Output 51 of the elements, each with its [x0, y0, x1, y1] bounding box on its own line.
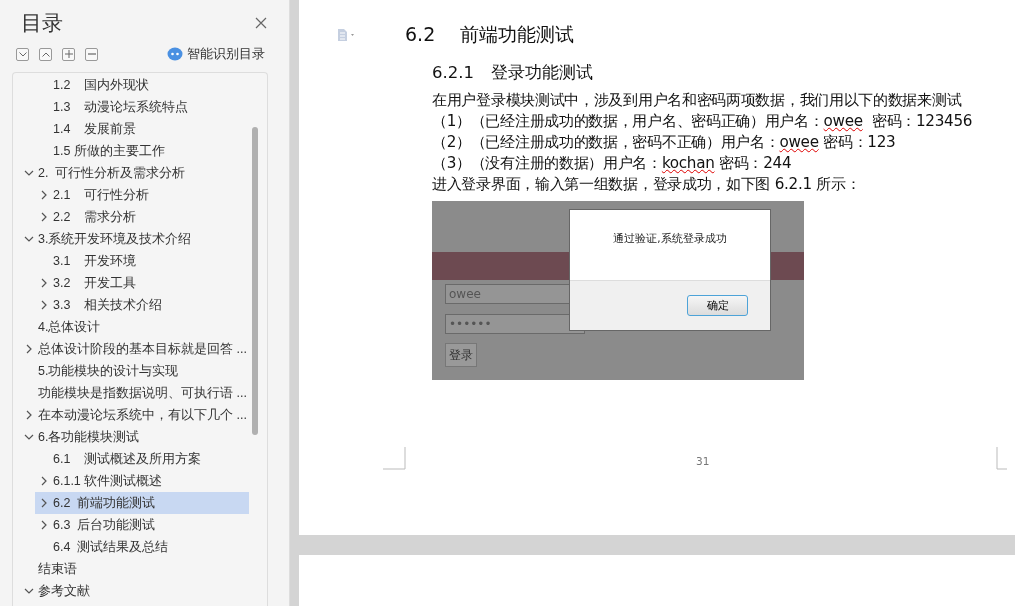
smart-toc-button[interactable]: 智能识别目录: [167, 45, 265, 63]
toc-item[interactable]: 3.系统开发环境及技术介绍: [20, 228, 249, 250]
robot-face-icon: [167, 47, 183, 61]
toc-item[interactable]: 1.3 动漫论坛系统特点: [35, 96, 249, 118]
chevron-down-icon: [18, 51, 27, 57]
body-text: 在用户登录模块测试中，涉及到用户名和密码两项数据，我们用以下的数据来测试: [432, 90, 963, 111]
page-corner-mark: [996, 447, 1008, 470]
toc-item[interactable]: 6.各功能模块测试: [20, 426, 249, 448]
toc-item[interactable]: 6.2 前端功能测试: [35, 492, 249, 514]
chevron-up-icon: [41, 51, 50, 57]
toc-item[interactable]: 4.总体设计: [20, 316, 249, 338]
plus-icon: [64, 50, 73, 58]
login-button[interactable]: 登录: [445, 343, 477, 367]
page-corner-mark: [383, 447, 406, 470]
password-field: ••••••: [445, 314, 585, 334]
toc-item[interactable]: 1.2 国内外现状: [35, 74, 249, 96]
page-number: 31: [696, 455, 710, 467]
toc-item[interactable]: 结束语: [20, 558, 249, 580]
minus-button[interactable]: [85, 47, 98, 61]
body-text: （2）（已经注册成功的数据，密码不正确）用户名：owee 密码：123: [432, 132, 897, 153]
toc-item[interactable]: 2.2 需求分析: [35, 206, 249, 228]
collapse-all-button[interactable]: [39, 47, 52, 61]
plus-button[interactable]: [62, 47, 75, 61]
expand-all-button[interactable]: [16, 47, 29, 61]
toc-item[interactable]: 参考文献: [20, 580, 249, 602]
toc-item[interactable]: 5.功能模块的设计与实现: [20, 360, 249, 382]
dialog-message: 通过验证,系统登录成功: [613, 232, 727, 246]
toc-item[interactable]: 3.2 开发工具: [35, 272, 249, 294]
subsection-heading: 6.2.1 登录功能测试: [432, 62, 594, 84]
toc-item[interactable]: 6.3 后台功能测试: [35, 514, 249, 536]
toc-item[interactable]: 6.1 测试概述及所用方案: [35, 448, 249, 470]
toc-item[interactable]: 功能模块是指数据说明、可执行语 ...: [20, 382, 249, 404]
toc-item[interactable]: 1.4 发展前景: [35, 118, 249, 140]
toc-item[interactable]: 6.4 测试结果及总结: [35, 536, 249, 558]
toc-item[interactable]: 3.3 相关技术介绍: [35, 294, 249, 316]
minus-icon: [87, 53, 96, 55]
scrollbar[interactable]: [252, 127, 258, 435]
toc-item[interactable]: 6.1.1 软件测试概述: [35, 470, 249, 492]
toc-item[interactable]: 3.1 开发环境: [35, 250, 249, 272]
body-text: （1）（已经注册成功的数据，用户名、密码正确）用户名：owee 密码：123456: [432, 111, 974, 132]
body-text: 进入登录界面，输入第一组数据，登录成功，如下图 6.2.1 所示：: [432, 174, 862, 195]
toc-item[interactable]: 2.1 可行性分析: [35, 184, 249, 206]
toc-item[interactable]: 总体设计阶段的基本目标就是回答 ...: [20, 338, 249, 360]
toc-item[interactable]: 1.5 所做的主要工作: [35, 140, 249, 162]
toc-item[interactable]: 在本动漫论坛系统中，有以下几个 ...: [20, 404, 249, 426]
body-text: （3）（没有注册的数据）用户名：kochan 密码：244: [432, 153, 793, 174]
toc-item[interactable]: 2. 可行性分析及需求分析: [20, 162, 249, 184]
ok-button[interactable]: 确定: [687, 295, 748, 316]
close-icon[interactable]: [255, 17, 267, 29]
panel-title: 目录: [21, 10, 63, 36]
section-heading: 6.2 前端功能测试: [405, 22, 575, 47]
